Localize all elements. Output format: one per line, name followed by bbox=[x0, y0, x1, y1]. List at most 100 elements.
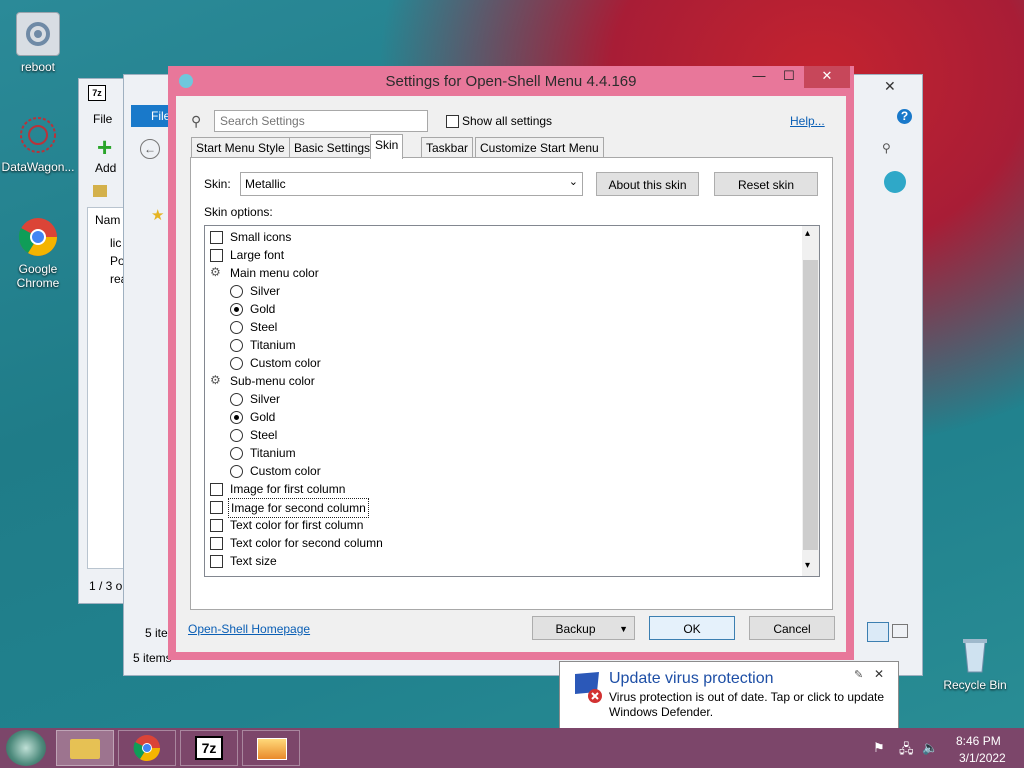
search-input[interactable] bbox=[214, 110, 428, 132]
option-radio[interactable] bbox=[230, 447, 243, 460]
reset-skin-button[interactable]: Reset skin bbox=[714, 172, 818, 196]
desktop-icon-recycle-bin[interactable]: Recycle Bin bbox=[937, 632, 1013, 692]
file-item[interactable]: lic bbox=[110, 236, 121, 250]
skin-option-row[interactable]: Titanium bbox=[205, 336, 795, 354]
clock-time[interactable]: 8:46 PM bbox=[956, 734, 1001, 748]
dialog-title-bar[interactable]: Settings for Open-Shell Menu 4.4.169 — ☐… bbox=[168, 66, 854, 96]
folder-up-icon bbox=[93, 185, 107, 197]
show-all-settings-checkbox[interactable] bbox=[446, 115, 459, 128]
taskbar-chrome[interactable] bbox=[118, 730, 176, 766]
cancel-button[interactable]: Cancel bbox=[749, 616, 835, 640]
notification-title: Update virus protection bbox=[609, 670, 774, 687]
option-radio[interactable] bbox=[230, 285, 243, 298]
skin-option-row[interactable]: Text color for second column bbox=[205, 534, 795, 552]
desktop-icon-reboot[interactable]: reboot bbox=[0, 12, 76, 74]
option-label: Main menu color bbox=[230, 266, 319, 280]
scroll-up-icon[interactable]: ▴ bbox=[805, 228, 810, 239]
option-radio[interactable] bbox=[230, 321, 243, 334]
tab-basic-settings[interactable]: Basic Settings bbox=[289, 137, 376, 159]
back-icon[interactable]: ← bbox=[140, 139, 160, 159]
skin-select[interactable]: Metallic ⌄ bbox=[240, 172, 583, 196]
tab-start-menu-style[interactable]: Start Menu Style bbox=[191, 137, 290, 159]
notification-toast[interactable]: Update virus protection Virus protection… bbox=[559, 661, 899, 730]
large-icons-view-icon[interactable] bbox=[892, 624, 908, 638]
show-all-settings-label: Show all settings bbox=[462, 114, 553, 128]
option-radio[interactable] bbox=[230, 465, 243, 478]
tab-customize-start-menu[interactable]: Customize Start Menu bbox=[475, 137, 604, 159]
taskbar-image-viewer[interactable] bbox=[242, 730, 300, 766]
skin-option-row[interactable]: Steel bbox=[205, 318, 795, 336]
tab-taskbar[interactable]: Taskbar bbox=[421, 137, 474, 159]
ok-button[interactable]: OK bbox=[649, 616, 735, 640]
about-skin-button[interactable]: About this skin bbox=[596, 172, 699, 196]
menu-file[interactable]: File bbox=[93, 112, 112, 126]
desktop-icon-chrome[interactable]: Google Chrome bbox=[0, 216, 76, 290]
skin-option-row[interactable]: ⚙ Main menu color bbox=[205, 264, 795, 282]
notification-close-icon[interactable]: ✕ bbox=[874, 667, 884, 681]
option-radio[interactable] bbox=[230, 339, 243, 352]
option-radio[interactable] bbox=[230, 357, 243, 370]
option-radio[interactable] bbox=[230, 393, 243, 406]
minimize-button[interactable]: — bbox=[744, 66, 774, 88]
column-name-header[interactable]: Nam bbox=[95, 213, 120, 227]
skin-option-row[interactable]: Text size bbox=[205, 552, 795, 570]
scrollbar-thumb[interactable] bbox=[803, 260, 818, 550]
taskbar-7zip[interactable]: 7z bbox=[180, 730, 238, 766]
skin-option-row[interactable]: Gold bbox=[205, 300, 795, 318]
volume-muted-icon[interactable]: 🔈 bbox=[922, 740, 938, 756]
help-icon[interactable]: ? bbox=[897, 109, 912, 124]
notification-pin-icon[interactable]: ✎ bbox=[854, 668, 863, 681]
option-checkbox[interactable] bbox=[210, 483, 223, 496]
search-icon: ⚲ bbox=[191, 113, 202, 129]
add-button-label[interactable]: Add bbox=[95, 161, 116, 175]
datawagon-icon bbox=[17, 114, 59, 156]
skin-option-row[interactable]: Titanium bbox=[205, 444, 795, 462]
maximize-button[interactable]: ☐ bbox=[774, 66, 804, 88]
option-checkbox[interactable] bbox=[210, 537, 223, 550]
skin-option-row[interactable]: ⚙ Sub-menu color bbox=[205, 372, 795, 390]
option-checkbox[interactable] bbox=[210, 249, 223, 262]
skin-option-row[interactable]: Custom color bbox=[205, 354, 795, 372]
details-view-icon[interactable] bbox=[867, 622, 889, 642]
option-label: Text color for second column bbox=[230, 536, 383, 550]
backup-button[interactable]: Backup ▼ bbox=[532, 616, 635, 640]
skin-options-list[interactable]: ▴ ▾ Small icons Large font ⚙ Main menu colo… bbox=[204, 225, 820, 577]
skin-option-row[interactable]: Custom color bbox=[205, 462, 795, 480]
skin-option-row[interactable]: Large font bbox=[205, 246, 795, 264]
skin-option-row[interactable]: Text color for first column bbox=[205, 516, 795, 534]
option-radio[interactable] bbox=[230, 303, 243, 316]
dropdown-arrow-icon: ▼ bbox=[619, 624, 628, 634]
option-radio[interactable] bbox=[230, 411, 243, 424]
desktop-icon-datawagon[interactable]: DataWagon... bbox=[0, 114, 76, 174]
skin-select-value: Metallic bbox=[245, 177, 286, 191]
flag-alert-icon[interactable]: ⚑ bbox=[873, 740, 885, 756]
taskbar-explorer[interactable] bbox=[56, 730, 114, 766]
start-button[interactable] bbox=[6, 730, 46, 766]
skin-option-row[interactable]: Image for first column bbox=[205, 480, 795, 498]
skin-option-row[interactable]: Steel bbox=[205, 426, 795, 444]
option-checkbox[interactable] bbox=[210, 555, 223, 568]
option-radio[interactable] bbox=[230, 429, 243, 442]
option-label: Silver bbox=[250, 392, 281, 406]
option-checkbox[interactable] bbox=[210, 231, 223, 244]
option-checkbox[interactable] bbox=[210, 519, 223, 532]
recycle-bin-icon bbox=[954, 632, 996, 674]
search-icon[interactable]: ⚲ bbox=[882, 141, 891, 155]
vertical-scrollbar[interactable]: ▴ ▾ bbox=[802, 226, 819, 576]
close-button[interactable]: ✕ bbox=[804, 66, 850, 88]
skin-option-row[interactable]: Image for second column bbox=[205, 498, 795, 518]
skin-option-row[interactable]: Silver bbox=[205, 390, 795, 408]
close-icon[interactable]: ✕ bbox=[884, 78, 896, 95]
scroll-down-icon[interactable]: ▾ bbox=[805, 560, 810, 571]
clock-date[interactable]: 3/1/2022 bbox=[959, 751, 1006, 765]
homepage-link[interactable]: Open-Shell Homepage bbox=[188, 622, 310, 636]
skin-option-row[interactable]: Gold bbox=[205, 408, 795, 426]
network-icon[interactable]: 🖧 bbox=[899, 740, 914, 762]
gear-icon: ⚙ bbox=[210, 265, 221, 279]
option-checkbox[interactable] bbox=[210, 501, 223, 514]
skin-option-row[interactable]: Silver bbox=[205, 282, 795, 300]
skin-option-row[interactable]: Small icons bbox=[205, 228, 795, 246]
tab-skin[interactable]: Skin bbox=[370, 134, 404, 159]
help-link[interactable]: Help... bbox=[790, 114, 825, 128]
status-items: 5 ite bbox=[145, 626, 168, 640]
